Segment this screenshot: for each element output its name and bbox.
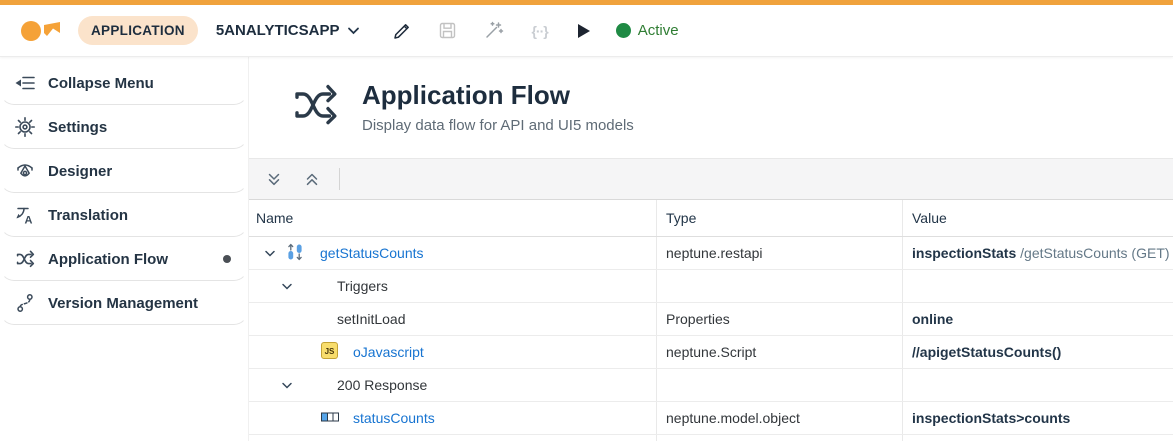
status-indicator: Active bbox=[615, 22, 679, 39]
table-row: 200 Response bbox=[249, 369, 1173, 402]
app-name-label: 5ANALYTICSAPP bbox=[215, 22, 340, 39]
node-link[interactable]: oJavascript bbox=[353, 344, 424, 360]
play-icon bbox=[577, 23, 590, 38]
sidebar-item-version-management[interactable]: Version Management bbox=[0, 281, 248, 325]
pen-nib-icon bbox=[14, 161, 36, 181]
page-header-text: Application Flow Display data flow for A… bbox=[362, 81, 634, 134]
node-label: setInitLoad bbox=[337, 311, 406, 327]
value-primary: inspectionStats bbox=[912, 245, 1017, 261]
sidebar-item-collapse-menu[interactable]: Collapse Menu bbox=[0, 61, 248, 105]
magic-wand-icon bbox=[486, 21, 504, 38]
sidebar-item-label: Settings bbox=[48, 118, 108, 136]
top-bar: APPLICATION 5ANALYTICSAPP {··} Active bbox=[0, 5, 1173, 57]
sidebar-item-label: Translation bbox=[48, 206, 129, 224]
expand-all-button[interactable] bbox=[259, 165, 289, 193]
node-value: inspectionStats /getStatusCounts (GET) bbox=[902, 237, 1173, 269]
sidebar-item-label: Version Management bbox=[48, 294, 199, 312]
svg-text:A: A bbox=[25, 215, 33, 226]
node-value bbox=[902, 369, 1173, 401]
node-type: neptune.restapi bbox=[656, 237, 902, 269]
neptune-logo-icon bbox=[20, 17, 62, 45]
node-link[interactable]: getStatusCounts bbox=[320, 245, 424, 261]
node-type: neptune.Script bbox=[656, 336, 902, 368]
node-link[interactable]: statusCounts bbox=[353, 410, 435, 426]
sidebar: Collapse Menu Settings Designer A Transl… bbox=[0, 57, 248, 441]
version-branch-icon bbox=[14, 293, 36, 313]
node-label: 200 Response bbox=[337, 377, 428, 393]
sidebar-item-label: Application Flow bbox=[48, 250, 168, 268]
page-subtitle: Display data flow for API and UI5 models bbox=[362, 116, 634, 134]
sidebar-item-translation[interactable]: A Translation bbox=[0, 193, 248, 237]
table-row: JS oJavascript neptune.Script //apigetSt… bbox=[249, 336, 1173, 369]
column-header-name: Name bbox=[256, 210, 294, 226]
node-label: Triggers bbox=[337, 278, 388, 294]
node-value: inspectionStats>counts bbox=[902, 402, 1173, 434]
active-status-dot-icon bbox=[615, 23, 631, 38]
restapi-icon bbox=[286, 243, 304, 264]
page-header: Application Flow Display data flow for A… bbox=[249, 57, 1173, 158]
module-badge[interactable]: APPLICATION bbox=[78, 16, 198, 45]
table-row: setInitLoad Properties online bbox=[249, 303, 1173, 336]
value-primary: online bbox=[912, 311, 954, 327]
app-name-dropdown[interactable]: 5ANALYTICSAPP bbox=[216, 22, 361, 39]
sidebar-item-application-flow[interactable]: Application Flow bbox=[0, 237, 248, 281]
chevron-down-icon bbox=[348, 27, 360, 34]
shuffle-icon bbox=[14, 249, 36, 269]
run-button[interactable] bbox=[575, 22, 592, 40]
collapse-all-button[interactable] bbox=[297, 165, 327, 193]
js-icon: JS bbox=[321, 342, 338, 362]
node-type: neptune.model.object bbox=[656, 402, 902, 434]
sidebar-item-label: Collapse Menu bbox=[48, 74, 154, 92]
main-layout: Collapse Menu Settings Designer A Transl… bbox=[0, 57, 1173, 441]
code-braces-icon: {··} bbox=[531, 22, 548, 39]
expand-chevron-icon[interactable] bbox=[264, 248, 276, 259]
gear-icon bbox=[14, 117, 36, 137]
node-value: //apigetStatusCounts() bbox=[902, 336, 1173, 368]
save-icon bbox=[440, 22, 456, 39]
node-type bbox=[656, 270, 902, 302]
flow-table: Name Type Value getStatusCounts neptune.… bbox=[249, 200, 1173, 441]
value-secondary: /getStatusCounts (GET) bbox=[1016, 245, 1170, 261]
tree-toolbar bbox=[249, 158, 1173, 200]
table-row-empty bbox=[249, 435, 1173, 441]
model-table-icon bbox=[321, 410, 339, 426]
column-header-type: Type bbox=[656, 200, 902, 236]
sidebar-item-designer[interactable]: Designer bbox=[0, 149, 248, 193]
expand-chevron-icon[interactable] bbox=[281, 281, 293, 292]
toolbar-divider bbox=[339, 168, 340, 190]
collapse-menu-icon bbox=[14, 75, 36, 91]
value-primary: //apigetStatusCounts() bbox=[912, 344, 1062, 360]
magic-wand-button[interactable] bbox=[484, 21, 504, 40]
page-title: Application Flow bbox=[362, 80, 570, 111]
expand-chevron-icon[interactable] bbox=[281, 380, 293, 391]
node-value bbox=[902, 270, 1173, 302]
double-chevron-up-icon bbox=[306, 173, 318, 185]
main-content: Application Flow Display data flow for A… bbox=[248, 57, 1173, 441]
notification-dot bbox=[223, 255, 231, 263]
edit-button[interactable] bbox=[392, 21, 411, 40]
node-value: online bbox=[902, 303, 1173, 335]
status-label: Active bbox=[637, 22, 679, 39]
code-button[interactable]: {··} bbox=[531, 22, 548, 39]
node-type: Properties bbox=[656, 303, 902, 335]
svg-text:JS: JS bbox=[325, 347, 335, 356]
double-chevron-down-icon bbox=[268, 173, 280, 185]
table-row: statusCounts neptune.model.object inspec… bbox=[249, 402, 1173, 435]
sidebar-item-settings[interactable]: Settings bbox=[0, 105, 248, 149]
application-flow-icon bbox=[291, 81, 341, 134]
pencil-icon bbox=[394, 24, 410, 39]
value-primary: inspectionStats>counts bbox=[912, 410, 1071, 426]
node-type bbox=[656, 369, 902, 401]
translate-icon: A bbox=[14, 205, 36, 225]
table-row: getStatusCounts neptune.restapi inspecti… bbox=[249, 237, 1173, 270]
table-row: Triggers bbox=[249, 270, 1173, 303]
table-header-row: Name Type Value bbox=[249, 200, 1173, 237]
save-button[interactable] bbox=[438, 21, 457, 40]
sidebar-item-label: Designer bbox=[48, 162, 113, 180]
column-header-value: Value bbox=[902, 200, 1173, 236]
